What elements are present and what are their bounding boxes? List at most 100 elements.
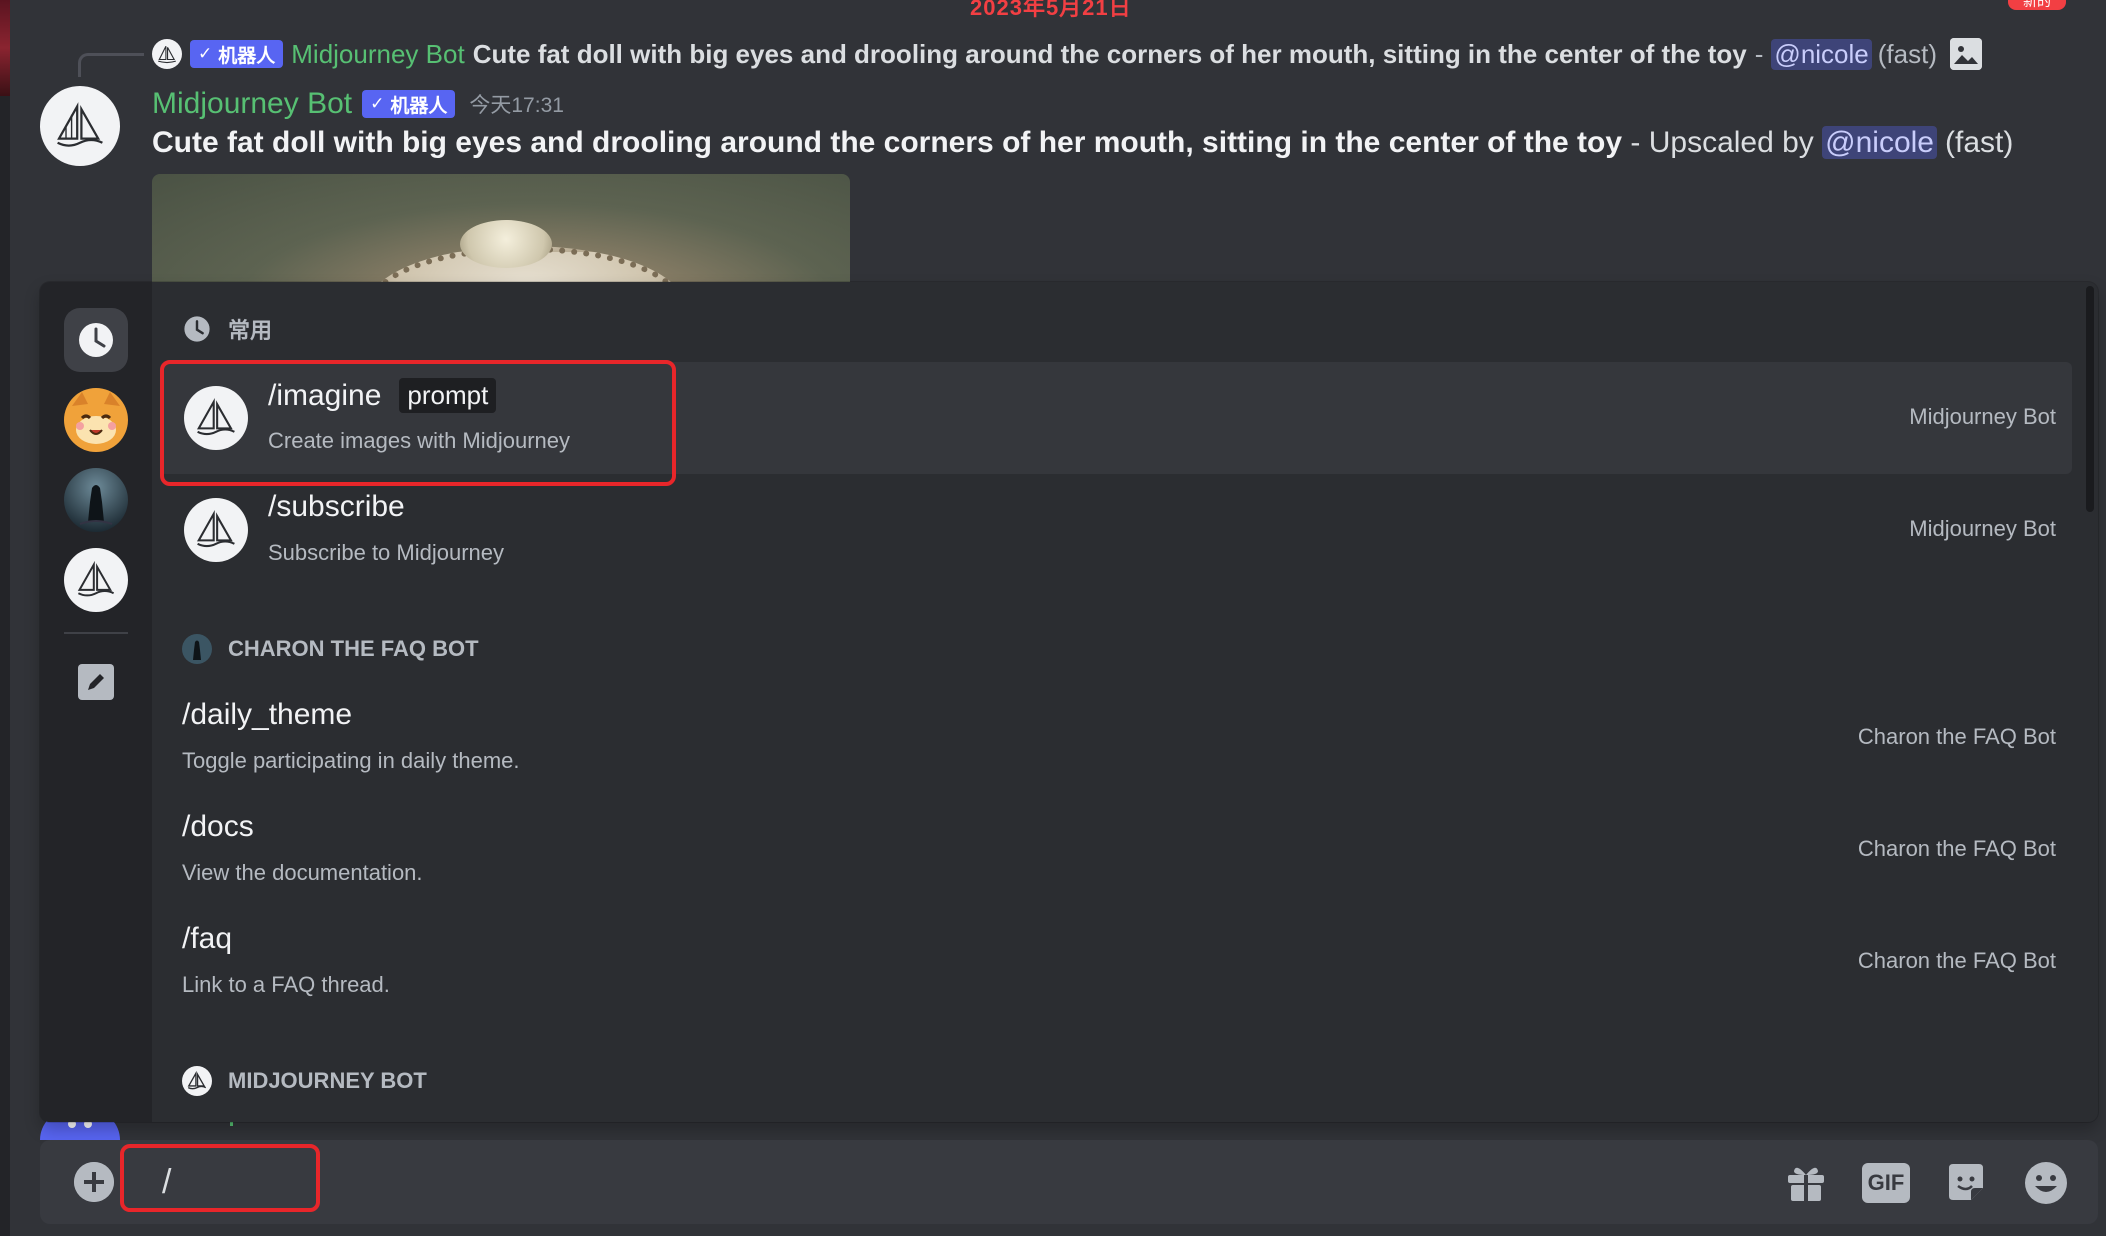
- sailboat-icon: [196, 397, 235, 436]
- section-title: MIDJOURNEY BOT: [228, 1068, 427, 1093]
- command-source: Midjourney Bot: [1909, 404, 2056, 429]
- bot-badge: ✓ 机器人: [362, 90, 456, 118]
- cat-face-icon: [64, 388, 128, 452]
- reply-author-avatar[interactable]: [152, 39, 182, 69]
- reply-dash: -: [1754, 38, 1764, 69]
- command-description: Link to a FAQ thread.: [182, 972, 390, 997]
- command-name-text: /imagine: [268, 378, 382, 412]
- sailboat-icon: [196, 509, 235, 548]
- command-row-imagine[interactable]: /imagine prompt Create images with Midjo…: [160, 362, 2072, 474]
- command-name: /faq: [182, 922, 232, 956]
- command-name: /docs: [182, 810, 254, 844]
- left-edge-strip: [0, 0, 10, 1236]
- discord-channel-view: 2023年5月21日 新的 ✓ 机器人 Midjourney Bot Cute f…: [0, 0, 2106, 1236]
- message-timestamp[interactable]: 今天17:31: [469, 89, 564, 119]
- command-list: 常用 /imagine prompt Create images with Mi…: [152, 282, 2098, 1122]
- message-speed: (fast): [1945, 126, 2014, 159]
- reply-mention[interactable]: @nicole: [1771, 38, 1872, 70]
- gif-icon: GIF: [1862, 1163, 1910, 1203]
- clock-icon: [79, 323, 113, 357]
- reply-reference[interactable]: ✓ 机器人 Midjourney Bot Cute fat doll with b…: [152, 36, 1982, 72]
- clock-glyph: [184, 316, 210, 342]
- plus-icon: [74, 1162, 114, 1202]
- bot-badge: ✓ 机器人: [190, 40, 284, 68]
- command-source-rail: [40, 282, 152, 1122]
- attach-plus-button[interactable]: [74, 1162, 114, 1202]
- command-option-chip: prompt: [399, 378, 497, 413]
- upscaled-image[interactable]: [152, 174, 850, 284]
- message-suffix: - Upscaled by: [1622, 126, 1823, 159]
- charon-avatar-icon: [182, 634, 212, 664]
- gift-button[interactable]: [1782, 1159, 1830, 1207]
- sailboat-icon: [158, 46, 176, 64]
- sailboat-icon: [57, 102, 103, 147]
- rail-recent-button[interactable]: [64, 308, 128, 372]
- message-header: Midjourney Bot ✓ 机器人 今天17:31: [152, 84, 564, 124]
- command-name-text: /docs: [182, 810, 254, 843]
- section-header-midjourney: MIDJOURNEY BOT: [182, 1066, 427, 1096]
- charon-avatar-icon: [64, 468, 128, 532]
- emoji-button[interactable]: [2022, 1159, 2070, 1207]
- sailboat-glyph: [187, 1070, 207, 1090]
- rail-divider: [64, 632, 128, 634]
- rail-edit-button[interactable]: [78, 664, 114, 700]
- message-author-avatar[interactable]: [40, 86, 120, 166]
- command-source: Charon the FAQ Bot: [1857, 948, 2056, 973]
- message-input[interactable]: [150, 1152, 1790, 1212]
- command-source: Charon the FAQ Bot: [1857, 724, 2056, 749]
- message-mention[interactable]: @nicole: [1822, 126, 1937, 159]
- sticker-button[interactable]: [1942, 1159, 1990, 1207]
- command-bot-avatar: [184, 386, 248, 450]
- gift-icon: [1788, 1167, 1824, 1201]
- command-row-faq[interactable]: /faq Link to a FAQ thread. Charon the FA…: [160, 906, 2072, 1018]
- bot-badge-label: 机器人: [390, 95, 448, 117]
- sailboat-icon: [77, 560, 115, 597]
- command-description: View the documentation.: [182, 860, 423, 885]
- command-name: /subscribe: [268, 490, 405, 524]
- popup-scrollbar[interactable]: [2086, 286, 2094, 512]
- command-bot-avatar: [184, 498, 248, 562]
- command-name-text: /daily_theme: [182, 698, 353, 731]
- charon-glyph: [193, 640, 201, 660]
- sailboat-icon: [182, 1066, 212, 1096]
- command-row-daily-theme[interactable]: /daily_theme Toggle participating in dai…: [160, 682, 2072, 794]
- message-content: Cute fat doll with big eyes and drooling…: [152, 126, 2013, 160]
- command-description: Toggle participating in daily theme.: [182, 748, 520, 773]
- rail-charon-button[interactable]: [64, 468, 128, 532]
- command-source: Midjourney Bot: [1909, 516, 2056, 541]
- command-name: /imagine prompt: [268, 378, 497, 413]
- rail-midjourney-button[interactable]: [64, 548, 128, 612]
- command-description: Subscribe to Midjourney: [268, 540, 505, 565]
- emoji-icon: [2025, 1162, 2067, 1204]
- new-messages-badge[interactable]: 新的: [2008, 0, 2066, 10]
- image-flower: [460, 220, 552, 268]
- image-glyph: [1949, 38, 1982, 70]
- command-name: /daily_theme: [182, 698, 352, 732]
- message-prompt: Cute fat doll with big eyes and drooling…: [152, 126, 1623, 159]
- command-row-subscribe[interactable]: /subscribe Subscribe to Midjourney Midjo…: [160, 474, 2072, 586]
- message-composer: GIF: [40, 1140, 2098, 1224]
- reply-tail: (fast): [1877, 38, 1937, 69]
- reply-text: Cute fat doll with big eyes and drooling…: [472, 38, 1747, 69]
- section-title: 常用: [228, 318, 273, 343]
- reply-spine: [78, 53, 144, 77]
- section-header-charon: CHARON THE FAQ BOT: [182, 634, 479, 664]
- section-header-frequent: 常用: [182, 314, 272, 344]
- server-icon-fragment: [0, 0, 10, 96]
- verified-check-icon: ✓: [370, 94, 385, 113]
- verified-check-icon: ✓: [198, 44, 213, 63]
- message-author-name[interactable]: Midjourney Bot: [152, 87, 352, 121]
- date-divider: 2023年5月21日: [970, 0, 1132, 20]
- clock-icon: [182, 314, 212, 344]
- reply-author-name[interactable]: Midjourney Bot: [291, 39, 464, 70]
- command-description: Create images with Midjourney: [268, 428, 571, 453]
- rail-cat-button[interactable]: [64, 388, 128, 452]
- slash-command-popup: 常用 /imagine prompt Create images with Mi…: [40, 282, 2098, 1122]
- image-icon: [1949, 38, 1982, 70]
- gif-button[interactable]: GIF: [1862, 1159, 1910, 1207]
- command-source: Charon the FAQ Bot: [1857, 836, 2056, 861]
- composer-actions: GIF: [1750, 1158, 2070, 1208]
- bot-badge-label: 机器人: [218, 45, 276, 67]
- command-row-docs[interactable]: /docs View the documentation. Charon the…: [160, 794, 2072, 906]
- command-name-text: /subscribe: [268, 490, 405, 523]
